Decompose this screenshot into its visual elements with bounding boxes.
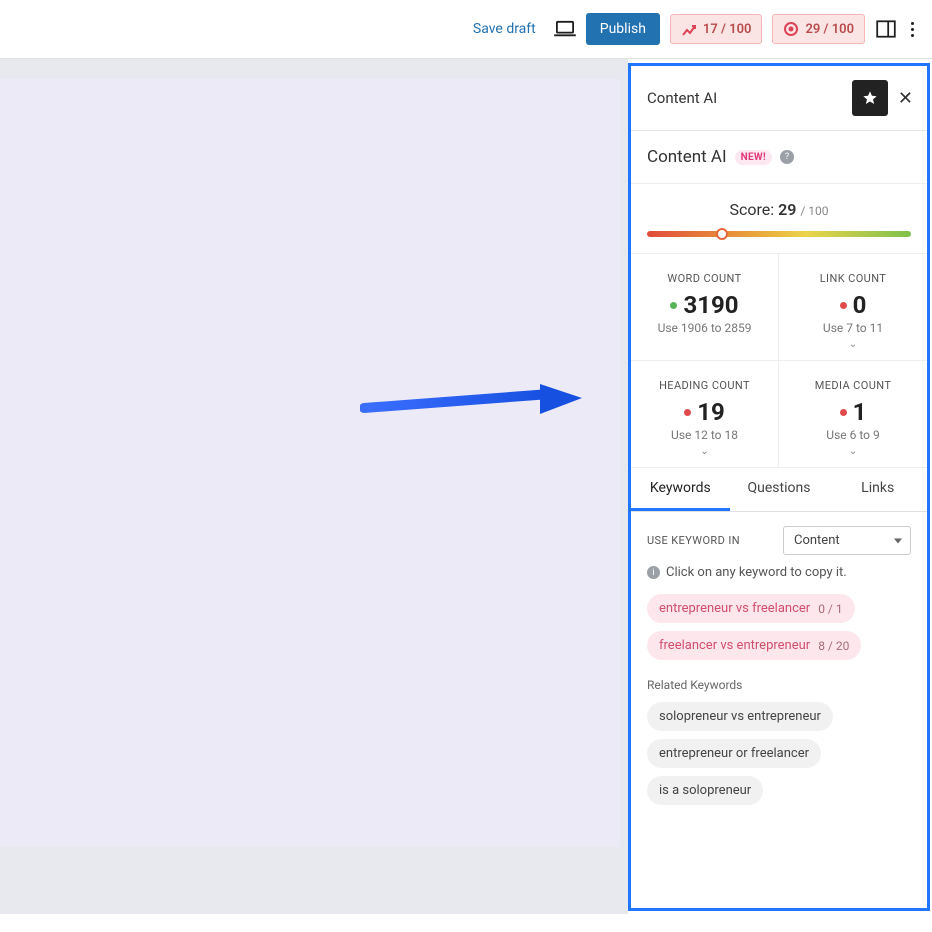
score-bar (647, 231, 911, 237)
doc-body-blur: er a little bit of research, youic optio… (0, 586, 580, 763)
close-panel-button[interactable]: ✕ (898, 88, 913, 109)
stat-word-count[interactable]: WORD COUNT 3190 Use 1906 to 2859 (631, 254, 779, 361)
score-label: Score: (729, 200, 774, 219)
document-preview: What's (+ t for er a little bit of resea… (0, 79, 620, 847)
stat-heading-count[interactable]: HEADING COUNT 19 Use 12 to 18 ⌄ (631, 361, 779, 468)
editor-canvas: What's (+ t for er a little bit of resea… (0, 59, 628, 914)
ai-name: Content AI (647, 147, 727, 167)
doc-title: What's (+ t for (0, 139, 580, 416)
seo-score-pill[interactable]: 17 / 100 (670, 14, 763, 44)
stat-link-count[interactable]: LINK COUNT 0 Use 7 to 11 ⌄ (779, 254, 927, 361)
favorite-button[interactable] (852, 80, 888, 116)
publish-button[interactable]: Publish (586, 13, 660, 45)
related-keywords-header: Related Keywords (647, 678, 911, 692)
keyword-chip[interactable]: freelancer vs entrepreneur 8 / 20 (647, 631, 861, 660)
related-keyword-chip[interactable]: solopreneur vs entrepreneur (647, 702, 833, 731)
info-icon: i (647, 566, 660, 579)
score-value: 29 (778, 200, 796, 219)
status-dot (840, 302, 847, 309)
keyword-chip[interactable]: entrepreneur vs freelancer 0 / 1 (647, 594, 855, 623)
related-keyword-chip[interactable]: entrepreneur or freelancer (647, 739, 821, 768)
chevron-down-icon: ⌄ (789, 339, 917, 350)
sidebar-toggle-icon[interactable] (875, 18, 897, 40)
score-section: Score: 29 / 100 (631, 184, 927, 254)
new-badge: NEW! (735, 150, 772, 165)
preview-icon[interactable] (554, 20, 576, 38)
score-marker (716, 228, 728, 240)
score-max: / 100 (800, 204, 828, 218)
editor-toolbar: Save draft Publish 17 / 100 29 / 100 (0, 0, 932, 59)
chart-icon (681, 21, 697, 37)
ai-score-text: 29 / 100 (805, 22, 854, 37)
target-icon (783, 21, 799, 37)
status-dot (670, 302, 677, 309)
more-menu-button[interactable] (907, 18, 918, 41)
panel-tabs: Keywords Questions Links (631, 468, 927, 512)
tab-keywords[interactable]: Keywords (631, 468, 730, 511)
related-keyword-chips: solopreneur vs entrepreneur entrepreneur… (647, 702, 911, 805)
chevron-down-icon: ⌄ (641, 446, 768, 457)
keyword-info: i Click on any keyword to copy it. (647, 565, 911, 580)
panel-title: Content AI (647, 89, 717, 107)
tab-questions[interactable]: Questions (730, 468, 829, 511)
stats-grid: WORD COUNT 3190 Use 1906 to 2859 LINK CO… (631, 254, 927, 468)
chevron-down-icon: ⌄ (789, 446, 917, 457)
stat-media-count[interactable]: MEDIA COUNT 1 Use 6 to 9 ⌄ (779, 361, 927, 468)
keyword-location-select[interactable]: Content (783, 526, 911, 555)
tab-links[interactable]: Links (828, 468, 927, 511)
star-icon (862, 90, 878, 106)
content-ai-panel: Content AI ✕ Content AI NEW! ? Score: 29… (628, 63, 930, 911)
status-dot (684, 409, 691, 416)
keywords-section: USE KEYWORD IN Content i Click on any ke… (631, 512, 927, 811)
save-draft-button[interactable]: Save draft (465, 15, 544, 43)
panel-header: Content AI ✕ (631, 66, 927, 131)
use-keyword-label: USE KEYWORD IN (647, 534, 740, 547)
related-keyword-chip[interactable]: is a solopreneur (647, 776, 763, 805)
seo-score-text: 17 / 100 (703, 22, 752, 37)
ai-score-pill[interactable]: 29 / 100 (772, 14, 865, 44)
primary-keyword-chips: entrepreneur vs freelancer 0 / 1 freelan… (647, 594, 911, 660)
ai-section-header: Content AI NEW! ? (631, 131, 927, 184)
help-icon[interactable]: ? (780, 150, 794, 164)
status-dot (840, 409, 847, 416)
